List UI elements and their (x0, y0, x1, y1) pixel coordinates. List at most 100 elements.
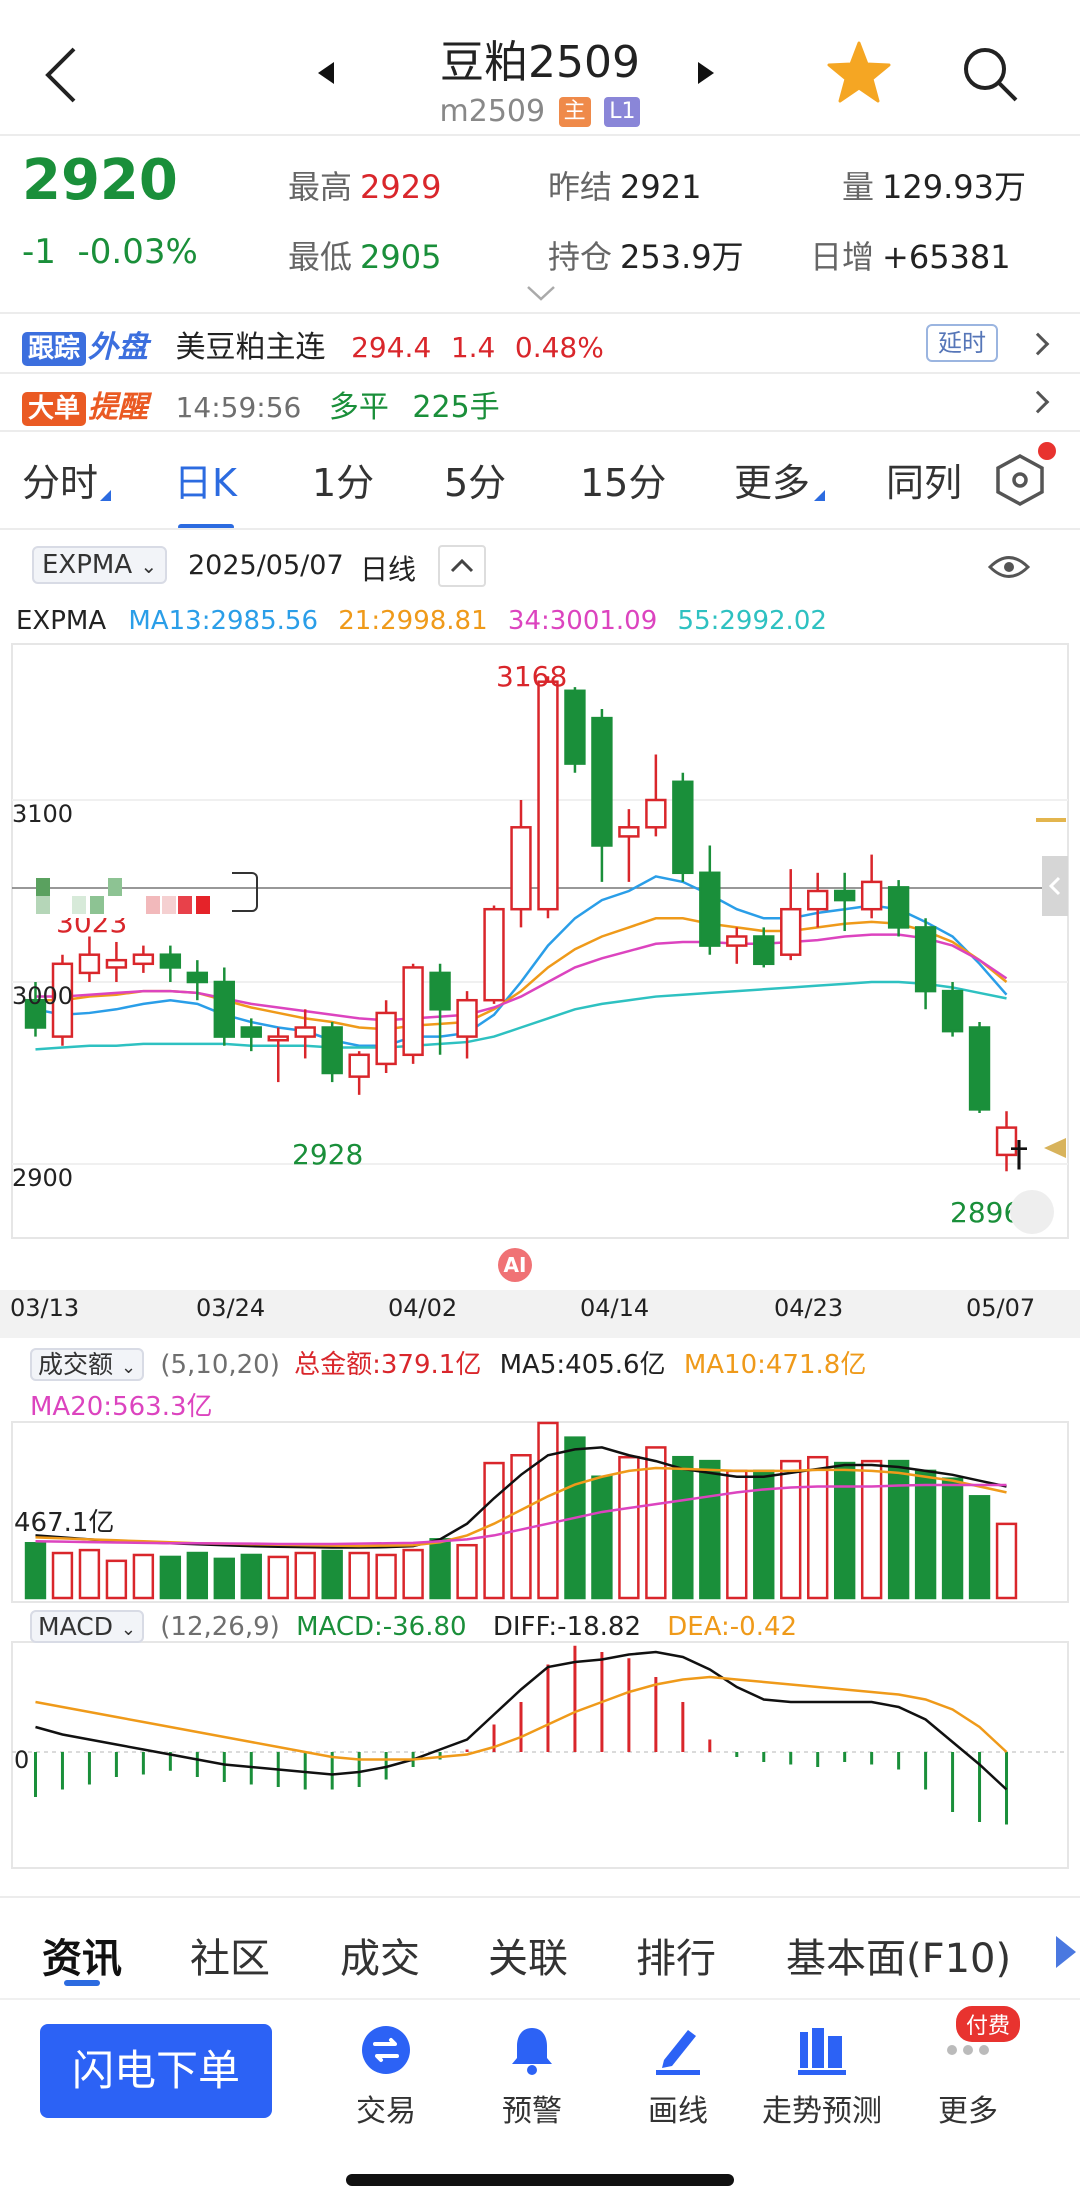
level-tag: L1 (604, 97, 641, 127)
last-price: 2920 (22, 148, 178, 213)
chart-date: 2025/05/07 (188, 550, 344, 581)
contract-title: 豆粕2509 (440, 37, 640, 88)
tab-15min[interactable]: 15分 (580, 452, 666, 507)
volume-bar (483, 1461, 505, 1600)
home-indicator (346, 2174, 734, 2186)
volume-bar (780, 1459, 802, 1600)
big-order-time: 14:59:56 (175, 391, 302, 424)
expand-chevron-icon[interactable] (526, 284, 556, 302)
big-order-row[interactable]: 大单 提醒 14:59:56 多平 225手 (22, 382, 500, 426)
tab-ranking[interactable]: 排行 (636, 1926, 716, 1984)
collapse-button[interactable] (438, 545, 486, 587)
kline-chart[interactable] (0, 640, 1080, 1880)
side-handle[interactable] (1042, 856, 1068, 916)
candle-body (780, 907, 802, 956)
tab-news[interactable]: 资讯 (42, 1926, 122, 1984)
ai-badge-icon[interactable]: AI (498, 1248, 532, 1282)
volume-ma20-legend: MA20:563.3亿 (30, 1392, 213, 1422)
low-annotation: 2928 (292, 1138, 364, 1171)
tab-1min[interactable]: 1分 (312, 452, 374, 507)
macd-indicator-select[interactable]: MACD ⌄ (30, 1610, 144, 1643)
daily-increase: 日增 +65381 (810, 238, 1011, 276)
chevron-up-icon (450, 558, 474, 573)
divider (0, 430, 1080, 432)
candle-body (240, 1026, 262, 1038)
draw-line-icon[interactable] (650, 2022, 706, 2078)
candle-body (941, 989, 964, 1033)
tab-related[interactable]: 关联 (488, 1926, 568, 1984)
ema-line (35, 933, 1008, 1022)
volume-bar (537, 1421, 559, 1600)
paid-badge: 付费 (956, 2006, 1021, 2042)
date-label: 03/24 (196, 1294, 266, 1322)
macd-zero-label: 0 (14, 1746, 30, 1774)
tab-fundamentals[interactable]: 基本面(F10) (786, 1926, 1011, 1984)
nav-more-label: 更多 (938, 2094, 998, 2129)
chart-period: 日线 (360, 553, 417, 586)
current-price-marker-icon (1044, 1138, 1066, 1158)
settings-hexagon-icon[interactable] (994, 452, 1046, 508)
volume-bar (402, 1548, 424, 1600)
candle-body (672, 780, 694, 875)
candle-body (294, 1026, 316, 1038)
big-order-tag: 大单 (22, 392, 87, 426)
divider (0, 312, 1080, 314)
chevron-right-icon[interactable] (1026, 332, 1050, 356)
y-label-2900: 2900 (12, 1164, 74, 1192)
tab-more[interactable]: 更多 (734, 452, 810, 507)
volume-indicator-select[interactable]: 成交额 ⌄ (30, 1348, 145, 1381)
tab-community[interactable]: 社区 (190, 1926, 270, 1984)
tab-intraday[interactable]: 分时 (22, 452, 98, 507)
candle-body (402, 966, 424, 1057)
trend-forecast-icon[interactable] (794, 2022, 850, 2078)
volume-bar (887, 1459, 910, 1600)
trade-icon[interactable] (358, 2022, 414, 2078)
price-marker (1036, 818, 1066, 822)
favorite-star-icon[interactable] (826, 40, 892, 106)
volume-bar (860, 1459, 883, 1600)
bell-icon[interactable] (504, 2022, 560, 2078)
volume-bar (186, 1551, 209, 1600)
candle-body (321, 1026, 343, 1075)
high-annotation: 3168 (496, 660, 568, 693)
next-contract-icon[interactable] (698, 62, 714, 84)
volume-bar (429, 1538, 451, 1600)
volume-bar (105, 1559, 128, 1600)
big-order-qty: 225手 (412, 390, 500, 425)
divider (0, 1998, 1080, 2000)
price-change: -1 -0.03% (22, 232, 198, 272)
fullscreen-icon[interactable] (1010, 1190, 1054, 1234)
chevron-left-icon (1048, 876, 1061, 896)
indicator-select[interactable]: EXPMA ⌄ (32, 546, 168, 584)
notification-dot (1038, 442, 1056, 460)
candle-body (159, 953, 182, 969)
flash-order-button[interactable]: 闪电下单 (40, 2024, 272, 2118)
tab-daily-k[interactable]: 日K (174, 452, 237, 507)
open-interest: 持仓 253.9万 (548, 238, 744, 276)
contract-code: m2509 (439, 94, 546, 129)
tab-trades[interactable]: 成交 (340, 1926, 420, 1984)
candle-body (132, 953, 155, 966)
delay-badge: 延时 (926, 324, 998, 362)
date-axis-band (0, 1290, 1080, 1338)
candle-body (348, 1053, 370, 1078)
scroll-right-icon[interactable] (1056, 1936, 1076, 1968)
overseas-track-row[interactable]: 跟踪 外盘 美豆粕主连 294.4 1.4 0.48% (22, 322, 604, 366)
date-label: 04/14 (580, 1294, 650, 1322)
volume-bar (267, 1555, 289, 1600)
candle-body (833, 889, 856, 902)
volume-bar (699, 1459, 721, 1600)
track-tag: 跟踪 (22, 332, 87, 366)
volume-bar (294, 1551, 316, 1600)
nav-forecast-label: 走势预测 (762, 2094, 882, 2129)
high-price: 最高 2929 (288, 168, 442, 206)
candle-body (968, 1026, 991, 1111)
eye-icon[interactable] (988, 552, 1030, 582)
search-icon[interactable] (960, 44, 1020, 104)
volume-bar (321, 1549, 343, 1600)
tab-same-column[interactable]: 同列 (886, 452, 962, 507)
candle-body (860, 880, 883, 911)
tab-5min[interactable]: 5分 (444, 452, 506, 507)
dropdown-corner-icon (100, 490, 111, 501)
chevron-right-icon[interactable] (1026, 390, 1050, 414)
